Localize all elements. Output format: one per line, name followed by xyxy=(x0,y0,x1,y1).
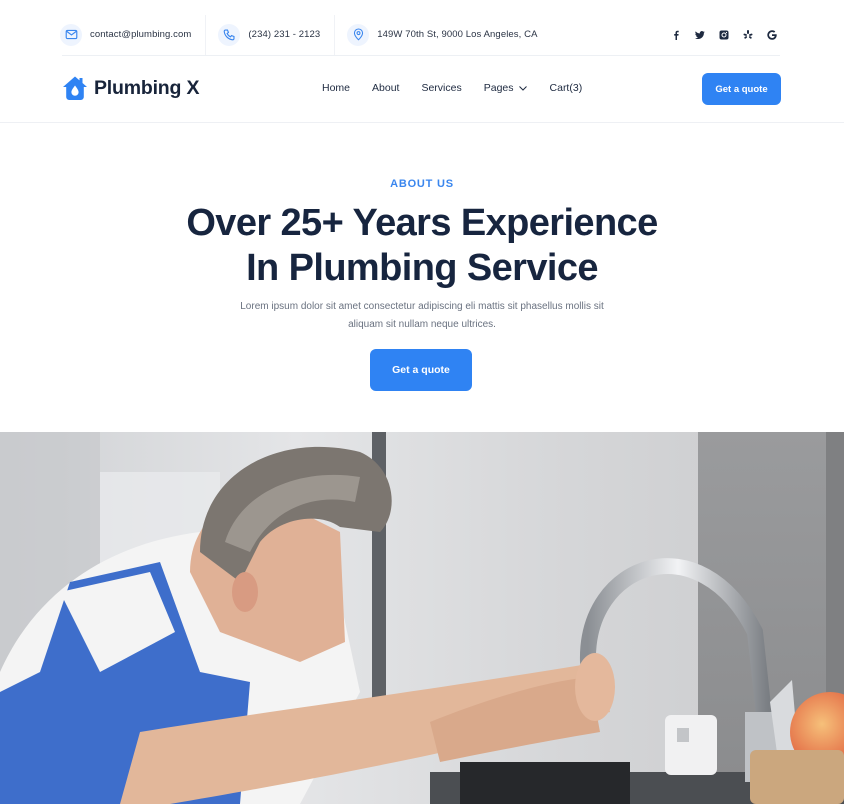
chevron-down-icon xyxy=(518,86,527,91)
hero-description: Lorem ipsum dolor sit amet consectetur a… xyxy=(240,301,604,330)
mail-icon xyxy=(60,23,82,46)
hero-photo xyxy=(0,432,844,804)
instagram-icon[interactable] xyxy=(718,29,730,41)
contact-address[interactable]: 149W 70th St, 9000 Los Angeles, CA xyxy=(347,15,551,55)
facebook-icon[interactable] xyxy=(670,29,682,41)
nav-home[interactable]: Home xyxy=(322,82,350,94)
hero-title-line-2: In Plumbing Service xyxy=(246,247,598,289)
contact-email-text: contact@plumbing.com xyxy=(90,29,192,40)
nav-services[interactable]: Services xyxy=(421,82,461,94)
main-header: Plumbing X Home About Services Pages Car… xyxy=(0,56,844,123)
contact-phone-text: (234) 231 - 2123 xyxy=(248,29,321,40)
google-icon[interactable] xyxy=(766,29,778,41)
social-links xyxy=(670,29,780,41)
nav-pages-label: Pages xyxy=(483,82,514,94)
section-eyebrow: ABOUT US xyxy=(390,178,454,190)
house-water-drop-icon xyxy=(63,76,87,100)
hero-get-quote-button[interactable]: Get a quote xyxy=(370,349,472,391)
top-contact-bar: contact@plumbing.com (234) 231 - 2123 14… xyxy=(60,14,780,56)
yelp-icon[interactable] xyxy=(742,29,754,41)
logo-text: Plumbing X xyxy=(94,76,200,99)
contact-address-text: 149W 70th St, 9000 Los Angeles, CA xyxy=(377,29,538,40)
main-nav: Home About Services Pages Cart(3) xyxy=(322,82,604,94)
phone-icon xyxy=(218,23,241,46)
location-pin-icon xyxy=(347,23,370,46)
nav-about[interactable]: About xyxy=(372,82,399,94)
nav-pages[interactable]: Pages xyxy=(484,82,528,94)
contact-phone[interactable]: (234) 231 - 2123 xyxy=(218,14,336,55)
twitter-icon[interactable] xyxy=(694,29,706,41)
header-get-quote-button[interactable]: Get a quote xyxy=(702,73,781,105)
contact-list: contact@plumbing.com (234) 231 - 2123 14… xyxy=(60,14,566,55)
nav-cart[interactable]: Cart(3) xyxy=(550,82,583,94)
hero-title-line-1: Over 25+ Years Experience xyxy=(186,202,658,244)
logo[interactable]: Plumbing X xyxy=(61,74,199,102)
hero-title: Over 25+ Years Experience In Plumbing Se… xyxy=(0,201,844,291)
contact-email[interactable]: contact@plumbing.com xyxy=(60,14,207,55)
